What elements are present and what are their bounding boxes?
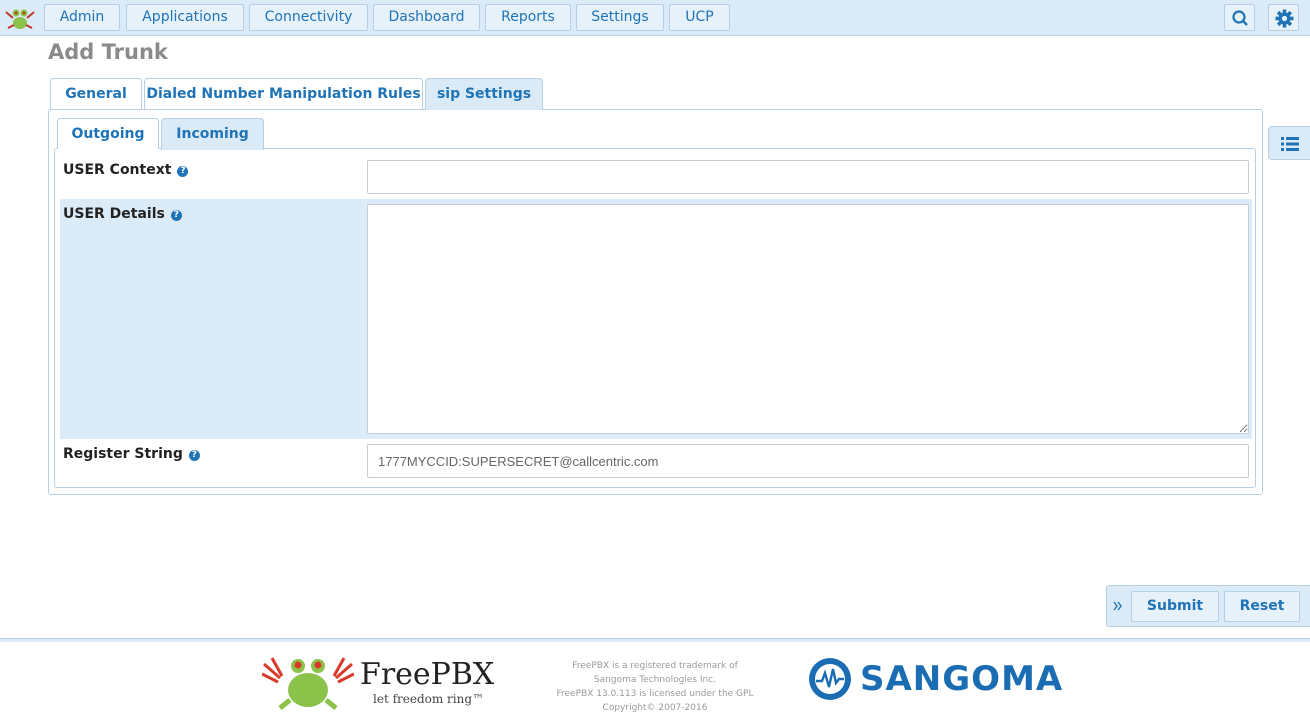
list-icon (1281, 137, 1299, 151)
tab-dialed-number-rules[interactable]: Dialed Number Manipulation Rules (144, 78, 423, 109)
help-icon[interactable]: ? (188, 450, 200, 461)
user-details-label: USER Details? (63, 206, 182, 222)
double-chevron-right-icon[interactable] (1113, 600, 1123, 612)
search-icon (1232, 10, 1248, 26)
freepbx-wordmark: FreePBX (360, 657, 495, 692)
user-details-textarea[interactable] (367, 204, 1249, 434)
footer-legal: FreePBX is a registered trademark of San… (530, 659, 780, 715)
nav-dashboard[interactable]: Dashboard (373, 4, 480, 31)
legal-line: FreePBX is a registered trademark of (572, 661, 738, 671)
legal-line: Copyright© 2007-2016 (602, 703, 708, 713)
register-string-label: Register String? (63, 446, 200, 462)
nav-applications[interactable]: Applications (126, 4, 244, 31)
nav-settings[interactable]: Settings (576, 4, 664, 31)
settings-button[interactable] (1268, 4, 1299, 31)
user-context-label-text: USER Context (63, 162, 172, 178)
submit-button[interactable]: Submit (1131, 591, 1219, 622)
nav-connectivity[interactable]: Connectivity (249, 4, 368, 31)
freepbx-tagline: let freedom ring™ (373, 692, 485, 706)
tab-sip-settings[interactable]: sip Settings (425, 78, 543, 110)
legal-line: FreePBX 13.0.113 is licensed under the G… (556, 689, 754, 699)
register-string-input[interactable] (367, 444, 1249, 478)
help-icon[interactable]: ? (177, 166, 189, 177)
footer-divider (0, 638, 1310, 642)
freepbx-frog-icon (262, 657, 354, 710)
nav-admin[interactable]: Admin (44, 4, 120, 31)
sangoma-wordmark: SANGOMA (860, 659, 1064, 699)
help-icon[interactable]: ? (170, 210, 182, 221)
reset-button[interactable]: Reset (1224, 591, 1300, 622)
sangoma-logo-icon (809, 658, 851, 700)
side-menu-toggle[interactable] (1268, 126, 1310, 160)
legal-line: Sangoma Technologies Inc. (593, 675, 717, 685)
gear-icon (1275, 9, 1294, 28)
tab-general[interactable]: General (50, 78, 142, 109)
user-details-label-text: USER Details (63, 206, 165, 222)
search-button[interactable] (1224, 4, 1255, 31)
page-title: Add Trunk (48, 40, 168, 64)
tab-incoming[interactable]: Incoming (161, 118, 264, 150)
freepbx-frog-logo-icon[interactable] (2, 4, 38, 32)
user-context-label: USER Context? (63, 162, 189, 178)
tab-outgoing[interactable]: Outgoing (57, 118, 159, 149)
nav-reports[interactable]: Reports (485, 4, 571, 31)
nav-ucp[interactable]: UCP (669, 4, 730, 31)
register-string-label-text: Register String (63, 446, 183, 462)
user-context-input[interactable] (367, 160, 1249, 194)
